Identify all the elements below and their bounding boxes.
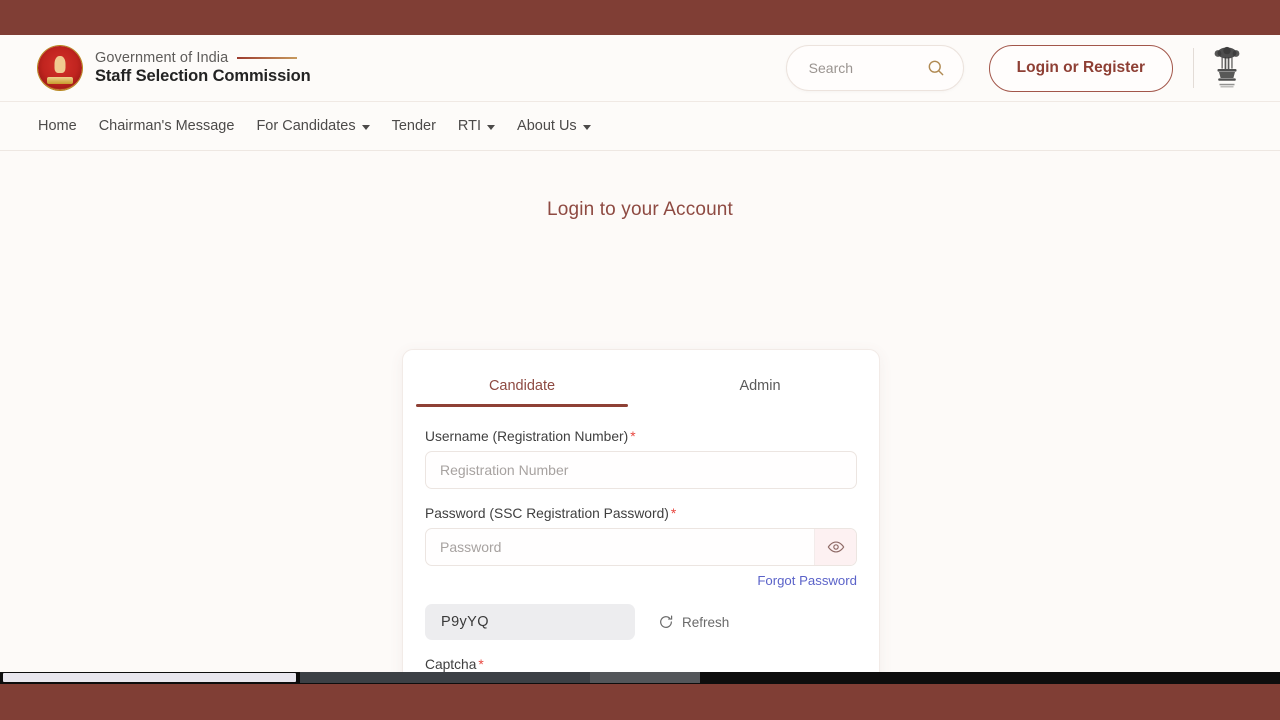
forgot-password-row: Forgot Password: [425, 572, 857, 590]
required-asterisk: *: [670, 506, 677, 521]
refresh-captcha-button[interactable]: Refresh: [658, 614, 729, 630]
password-label: Password (SSC Registration Password) *: [425, 506, 857, 521]
password-field-block: Password (SSC Registration Password) * Fo…: [425, 506, 857, 590]
ssc-seal-icon: [38, 46, 82, 90]
search-box[interactable]: [785, 45, 964, 91]
chevron-down-icon: [361, 124, 370, 130]
chevron-down-icon: [582, 124, 591, 130]
password-input[interactable]: [426, 529, 814, 565]
chevron-down-icon: [487, 124, 496, 130]
horizontal-scrollbar[interactable]: [0, 672, 1280, 684]
eye-icon[interactable]: [814, 529, 856, 565]
brand-divider-rule: [237, 57, 298, 59]
login-card: Candidate Admin Username (Registration N…: [402, 349, 880, 678]
required-asterisk: *: [630, 429, 636, 444]
scrollbar-thumb[interactable]: [3, 673, 296, 682]
captcha-label: Captcha *: [425, 657, 857, 672]
refresh-icon: [658, 614, 674, 630]
nav-item-label: Tender: [391, 118, 436, 134]
forgot-password-link[interactable]: Forgot Password: [757, 573, 857, 588]
main-content: Login to your Account Candidate Admin Us…: [0, 151, 1280, 678]
login-tabs: Candidate Admin: [403, 350, 879, 407]
password-label-text: Password (SSC Registration Password): [425, 506, 669, 521]
nav-item-for-candidates[interactable]: For Candidates: [256, 118, 370, 134]
nav-item-about-us[interactable]: About Us: [517, 118, 591, 134]
username-input[interactable]: [425, 451, 857, 489]
tab-admin[interactable]: Admin: [641, 367, 879, 407]
nav-item-label: Chairman's Message: [98, 118, 235, 134]
nav-item-chairmans-message[interactable]: Chairman's Message: [99, 118, 235, 134]
username-label: Username (Registration Number) *: [425, 429, 857, 444]
brand-block[interactable]: Government of India Staff Selection Comm…: [38, 46, 311, 90]
ashoka-lion-capital-icon: [1212, 45, 1242, 91]
username-field-block: Username (Registration Number) *: [425, 429, 857, 489]
username-label-text: Username (Registration Number): [425, 429, 629, 444]
nav-item-label: For Candidates: [256, 118, 356, 134]
login-or-register-button[interactable]: Login or Register: [988, 44, 1173, 92]
site-header: Government of India Staff Selection Comm…: [0, 35, 1280, 101]
nav-item-home[interactable]: Home: [38, 118, 77, 134]
scrollbar-track-segment: [300, 672, 590, 683]
main-navigation: Home Chairman's Message For Candidates T…: [0, 101, 1280, 151]
login-form: Username (Registration Number)* Password…: [403, 407, 879, 678]
tab-candidate[interactable]: Candidate: [403, 367, 641, 407]
tab-label: Admin: [739, 378, 781, 394]
browser-top-band: [0, 0, 1280, 35]
tab-label: Candidate: [488, 378, 556, 394]
required-asterisk: *: [478, 657, 484, 672]
brand-text: Government of India Staff Selection Comm…: [95, 50, 311, 86]
header-right-group: Login or Register: [785, 44, 1242, 92]
page-title: Login to your Account: [547, 199, 733, 220]
brand-gov-line: Government of India: [95, 50, 311, 66]
organization-name: Staff Selection Commission: [95, 67, 311, 85]
page-viewport: Government of India Staff Selection Comm…: [0, 35, 1280, 678]
scrollbar-track-segment: [590, 672, 700, 683]
password-input-wrapper: [425, 528, 857, 566]
refresh-label: Refresh: [682, 614, 730, 630]
nav-item-label: Home: [38, 118, 77, 134]
government-of-india-label: Government of India: [95, 50, 229, 66]
nav-item-label: RTI: [457, 118, 482, 134]
search-input[interactable]: [808, 60, 926, 76]
nav-item-tender[interactable]: Tender: [392, 118, 436, 134]
nav-item-rti[interactable]: RTI: [457, 118, 496, 134]
nav-item-label: About Us: [517, 118, 577, 134]
captcha-image: P9yYQ: [425, 604, 635, 640]
header-divider: [1193, 48, 1194, 88]
captcha-label-text: Captcha: [425, 657, 477, 672]
captcha-display-row: P9yYQ Refresh: [425, 604, 857, 640]
browser-bottom-band: [0, 684, 1280, 720]
search-icon[interactable]: [926, 58, 946, 78]
